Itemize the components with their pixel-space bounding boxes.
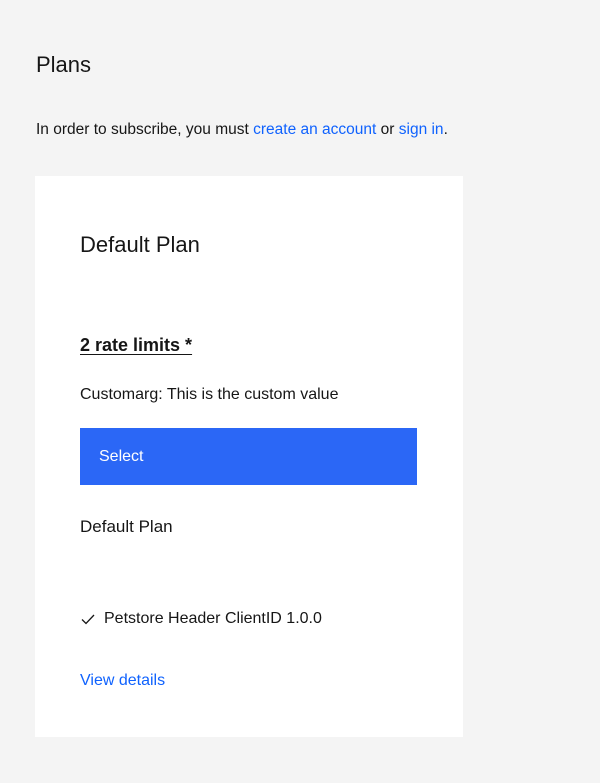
sign-in-link[interactable]: sign in [399,121,444,138]
subscribe-notice: In order to subscribe, you must create a… [36,119,448,141]
create-account-link[interactable]: create an account [253,121,376,138]
notice-middle-text: or [376,121,399,138]
notice-suffix-text: . [443,121,448,138]
checkmark-icon [80,611,104,627]
plan-card: Default Plan 2 rate limits * Customarg: … [35,176,463,737]
custom-arg-text: Customarg: This is the custom value [80,386,339,403]
rate-limits-link[interactable]: 2 rate limits * [80,332,192,358]
plan-title: Default Plan [80,232,200,257]
select-plan-button[interactable]: Select [80,428,417,485]
api-item-label: Petstore Header ClientID 1.0.0 [104,610,322,627]
notice-prefix-text: In order to subscribe, you must [36,121,254,138]
api-list-item: Petstore Header ClientID 1.0.0 [80,608,322,630]
plan-name: Default Plan [80,517,173,536]
page-title: Plans [36,52,92,77]
view-details-link[interactable]: View details [80,670,165,692]
